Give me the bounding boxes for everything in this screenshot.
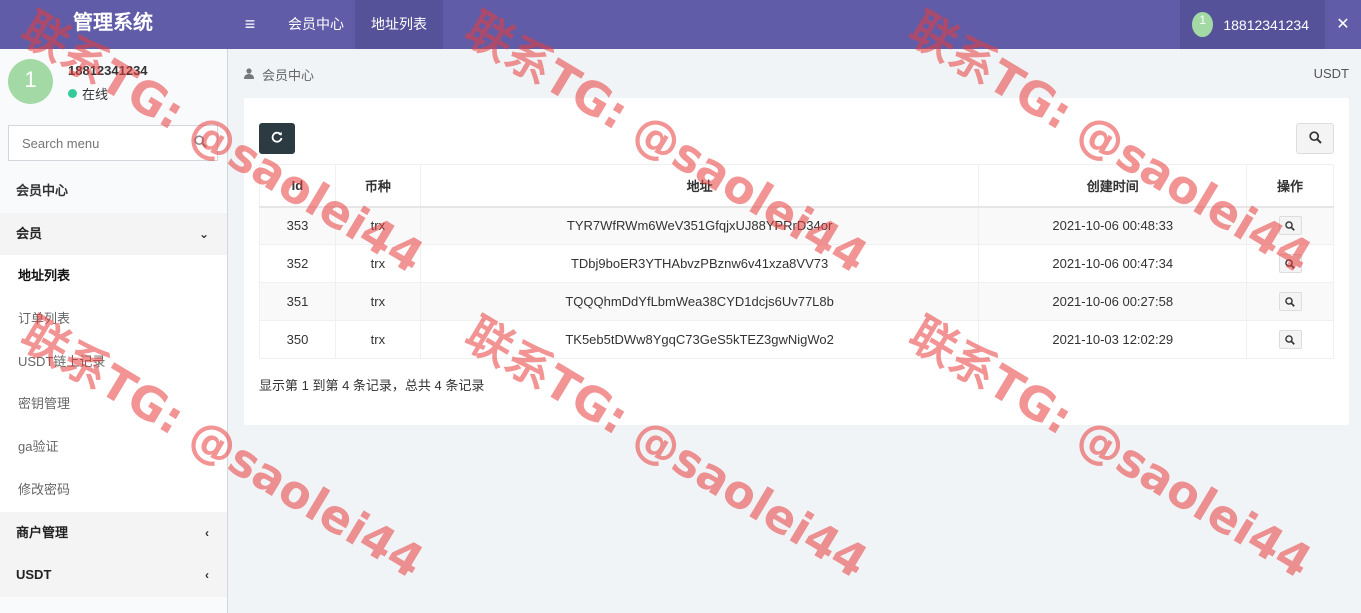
- search-icon: [1308, 130, 1322, 147]
- cell-address: TDbj9boER3YTHAbvzPBznw6v41xza8VV73: [419, 244, 980, 283]
- table-row: 350 trx TK5eb5tDWw8YgqC73GeS5kTEZ3gwNigW…: [259, 320, 1334, 359]
- sidebar-item-merchant-management[interactable]: 商户管理 ‹: [0, 511, 227, 555]
- cell-actions: [1246, 282, 1334, 321]
- sidebar-item-label: 商户管理: [16, 524, 69, 540]
- cell-actions: [1246, 206, 1334, 245]
- sidebar-menu: 会员中心 会员 ⌄ 地址列表 订单列表 USDT链上记录 密钥管理 ga验证 修…: [0, 170, 227, 597]
- sidebar-item-member-center[interactable]: 会员中心: [0, 170, 227, 213]
- status-dot-icon: [68, 89, 77, 98]
- breadcrumb: 会员中心: [244, 65, 314, 84]
- cell-created: 2021-10-06 00:27:58: [978, 282, 1248, 321]
- table-header-row: Id 币种 地址 创建时间 操作: [259, 164, 1334, 208]
- breadcrumb-label[interactable]: 会员中心: [262, 65, 314, 84]
- table-row: 351 trx TQQQhmDdYfLbmWea38CYD1dcjs6Uv77L…: [259, 282, 1334, 321]
- sidebar-item-member[interactable]: 会员 ⌄: [0, 212, 227, 256]
- sidebar-item-label: 会员: [16, 225, 43, 241]
- search-icon[interactable]: [194, 135, 207, 151]
- search-icon: [1285, 296, 1295, 307]
- column-header-address[interactable]: 地址: [419, 164, 980, 208]
- sidebar-item-usdt[interactable]: USDT ‹: [0, 554, 227, 597]
- cell-created: 2021-10-03 12:02:29: [978, 320, 1248, 359]
- cell-id: 353: [259, 206, 336, 245]
- cell-address: TQQQhmDdYfLbmWea38CYD1dcjs6Uv77L8b: [419, 282, 980, 321]
- avatar: 1: [1192, 12, 1214, 37]
- pagination-info: 显示第 1 到第 4 条记录，总共 4 条记录: [259, 378, 485, 393]
- cell-id: 352: [259, 244, 336, 283]
- cell-id: 350: [259, 320, 336, 359]
- view-button[interactable]: [1278, 292, 1302, 311]
- top-navbar: 管理系统 ≡ 会员中心 地址列表 1 18812341234 ✕: [0, 0, 1361, 49]
- view-button[interactable]: [1278, 254, 1302, 273]
- tab-member-center[interactable]: 会员中心: [272, 0, 360, 49]
- cell-actions: [1246, 244, 1334, 283]
- table-row: 353 trx TYR7WfRWm6WeV351GfqjxUJ88YPRrD34…: [259, 206, 1334, 245]
- cell-actions: [1246, 320, 1334, 359]
- view-button[interactable]: [1278, 330, 1302, 349]
- top-user-name: 18812341234: [1223, 16, 1309, 33]
- cell-coin: trx: [334, 244, 421, 283]
- menu-icon: ≡: [244, 14, 256, 34]
- cell-created: 2021-10-06 00:48:33: [978, 206, 1248, 245]
- avatar: 1: [8, 59, 53, 104]
- sidebar-search: [8, 125, 218, 161]
- sidebar-item-key-management[interactable]: 密钥管理: [0, 383, 227, 427]
- table-search-button[interactable]: [1296, 123, 1334, 154]
- chevron-left-icon: ‹: [205, 525, 209, 540]
- search-input[interactable]: [9, 126, 187, 160]
- sidebar-user-panel: 1 18812341234 在线: [0, 49, 227, 119]
- chevron-down-icon: ⌄: [198, 226, 209, 241]
- user-icon: [244, 67, 254, 82]
- menu-toggle-button[interactable]: ≡: [228, 0, 272, 49]
- cell-address: TYR7WfRWm6WeV351GfqjxUJ88YPRrD34or: [419, 206, 980, 245]
- app-logo-title[interactable]: 管理系统: [0, 0, 228, 49]
- sidebar: 1 18812341234 在线 会员中心 会员 ⌄ 地址列表 订单列表 USD…: [0, 49, 228, 613]
- column-header-created[interactable]: 创建时间: [978, 164, 1248, 208]
- cell-created: 2021-10-06 00:47:34: [978, 244, 1248, 283]
- column-header-coin[interactable]: 币种: [334, 164, 421, 208]
- tab-address-list[interactable]: 地址列表: [355, 0, 443, 49]
- view-button[interactable]: [1278, 216, 1302, 236]
- cell-coin: trx: [334, 282, 421, 321]
- address-list-panel: Id 币种 地址 创建时间 操作 353 trx TYR7WfRWm6WeV35…: [244, 98, 1349, 425]
- sidebar-item-address-list[interactable]: 地址列表: [0, 255, 227, 299]
- cell-coin: trx: [334, 206, 421, 245]
- cell-coin: trx: [334, 320, 421, 359]
- online-status: 在线: [68, 84, 108, 103]
- refresh-icon: [271, 131, 283, 146]
- status-label: 在线: [82, 87, 109, 102]
- cell-id: 351: [259, 282, 336, 321]
- page-right-label: USDT: [1313, 66, 1349, 81]
- sidebar-item-ga-verify[interactable]: ga验证: [0, 426, 227, 469]
- cell-address: TK5eb5tDWw8YgqC73GeS5kTEZ3gwNigWo2: [419, 320, 980, 359]
- sidebar-user-name: 18812341234: [68, 63, 148, 78]
- top-user-menu[interactable]: 1 18812341234: [1180, 0, 1325, 49]
- search-icon: [1285, 220, 1295, 231]
- column-header-id[interactable]: Id: [259, 164, 336, 208]
- search-icon: [1285, 258, 1295, 269]
- table-row: 352 trx TDbj9boER3YTHAbvzPBznw6v41xza8VV…: [259, 244, 1334, 283]
- sidebar-item-order-list[interactable]: 订单列表: [0, 298, 227, 341]
- expand-icon: ✕: [1336, 16, 1350, 33]
- sidebar-item-change-password[interactable]: 修改密码: [0, 468, 227, 512]
- chevron-left-icon: ‹: [205, 568, 209, 583]
- search-icon: [1285, 334, 1295, 345]
- refresh-button[interactable]: [259, 123, 295, 154]
- address-table: Id 币种 地址 创建时间 操作 353 trx TYR7WfRWm6WeV35…: [259, 164, 1334, 359]
- column-header-actions: 操作: [1246, 164, 1334, 208]
- sidebar-item-usdt-chain-records[interactable]: USDT链上记录: [0, 340, 227, 384]
- fullscreen-button[interactable]: ✕: [1325, 0, 1361, 49]
- sidebar-item-label: USDT: [16, 567, 52, 583]
